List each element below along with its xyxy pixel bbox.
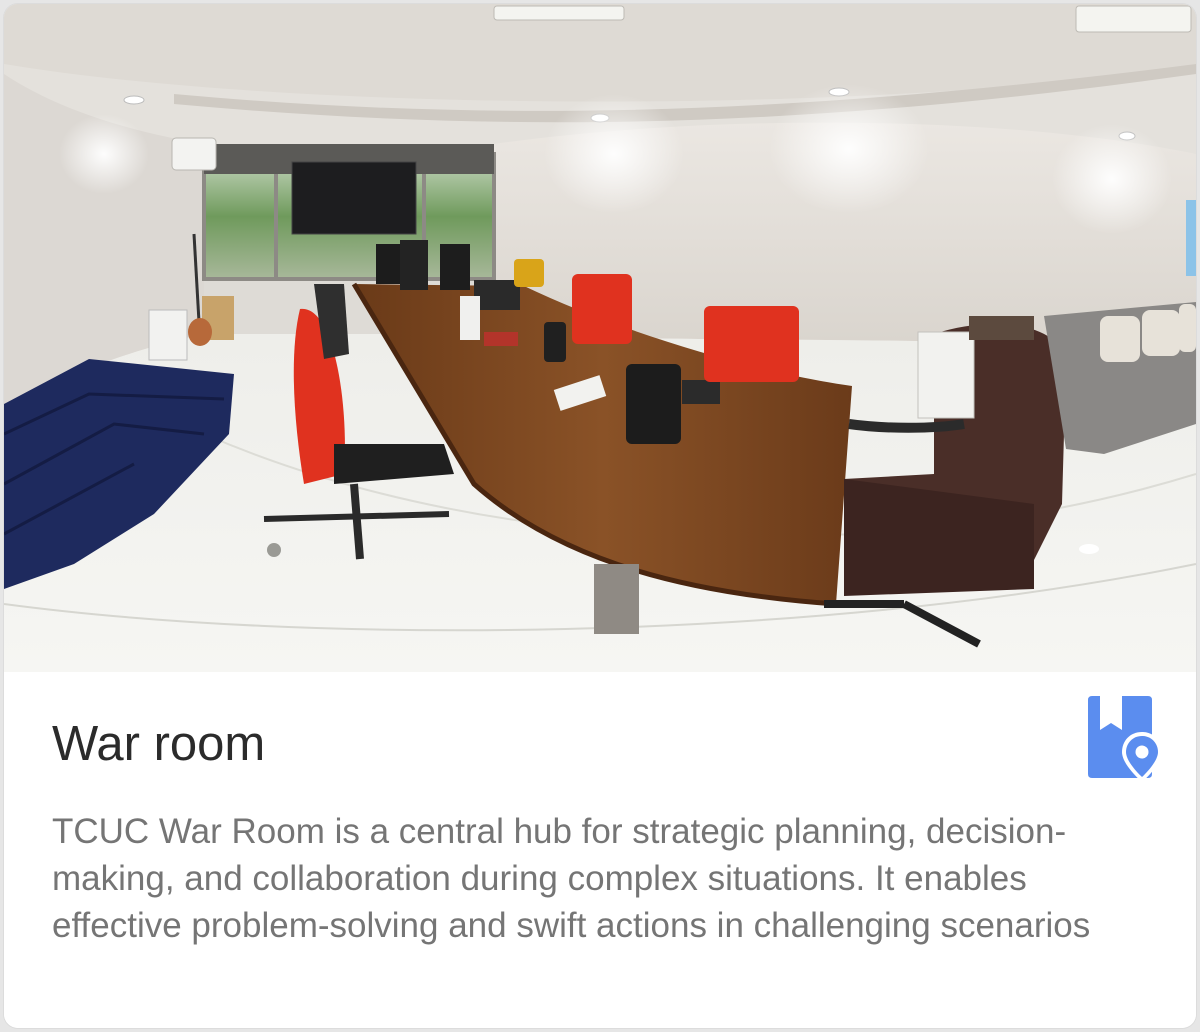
place-title: War room — [52, 717, 266, 771]
room-panorama-image — [4, 4, 1196, 672]
bookmark-location-icon[interactable] — [1088, 696, 1162, 782]
place-description: TCUC War Room is a central hub for strat… — [52, 812, 1091, 945]
place-info: War room TCUC War Room is a central hub … — [4, 672, 1196, 1028]
place-photo[interactable] — [4, 4, 1196, 672]
place-card[interactable]: War room TCUC War Room is a central hub … — [4, 4, 1196, 1028]
